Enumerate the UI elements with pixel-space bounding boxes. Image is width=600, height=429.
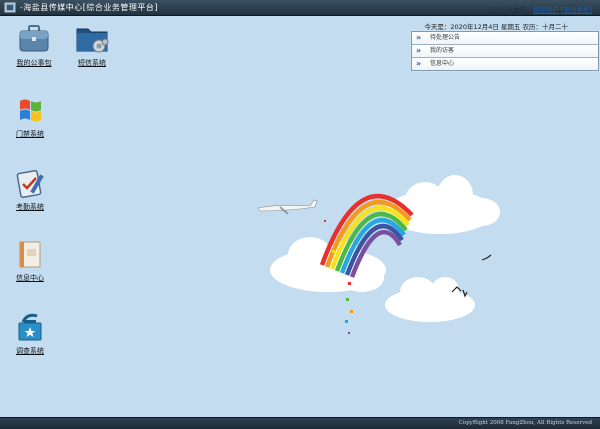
notice-panel: » 待处理公告 » 我的访客 » 信息中心 [411, 31, 599, 71]
user-info-bar: 工号：0 姓名：超级用户 [退出系统] [488, 4, 592, 14]
notice-item-my-visitors[interactable]: » 我的访客 [412, 45, 598, 58]
desktop-icon-label: 门禁系统 [16, 130, 44, 138]
footer-bar: CopyRight 2008 FangZhou, All Rights Rese… [0, 417, 600, 429]
desktop-icon-access-control[interactable]: 门禁系统 [4, 95, 56, 139]
desktop-icon-survey[interactable]: 调查系统 [4, 310, 56, 356]
ballot-box-icon [18, 313, 42, 341]
logout-link[interactable]: [退出系统] [561, 6, 592, 14]
user-name-link[interactable]: 超级用户 [533, 6, 559, 14]
desktop-icon-label: 短信系统 [78, 59, 106, 67]
desktop-icon-briefcase[interactable]: 我的公事包 [8, 24, 60, 68]
briefcase-icon [19, 25, 49, 52]
desktop-icon-label: 信息中心 [16, 274, 44, 282]
cloud-bottom [385, 277, 475, 322]
user-id-label: 工号：0 姓名： [487, 6, 533, 14]
desktop-icon-label: 我的公事包 [16, 59, 52, 67]
app-logo-icon [4, 2, 16, 13]
double-chevron-right-icon: » [416, 46, 422, 55]
notice-item-label: 信息中心 [430, 60, 455, 67]
desktop-icon-attendance[interactable]: 考勤系统 [4, 168, 56, 212]
clipboard-check-icon [16, 170, 44, 198]
double-chevron-right-icon: » [416, 33, 422, 42]
desktop-icon-label: 考勤系统 [16, 203, 44, 211]
desktop-icon-sms[interactable]: 短信系统 [66, 24, 118, 68]
desktop-icon-info-center[interactable]: 信息中心 [4, 239, 56, 283]
wallpaper-scene [257, 175, 500, 334]
notice-item-label: 待处理公告 [430, 34, 461, 41]
gear-folder-icon [76, 28, 109, 53]
airplane-graphic [257, 199, 318, 215]
double-chevron-right-icon: » [416, 59, 422, 68]
notice-item-info-center[interactable]: » 信息中心 [412, 58, 598, 70]
date-line: 今天是：2020年12月4日 星期五 农历：十月二十 [424, 23, 568, 31]
system-title: -海盐县传媒中心[综合业务管理平台] [20, 3, 158, 12]
notice-item-label: 我的访客 [430, 47, 455, 54]
copyright-text: CopyRight 2008 FangZhou, All Rights Rese… [458, 420, 592, 426]
document-icon [19, 241, 41, 268]
notice-item-pending-announcements[interactable]: » 待处理公告 [412, 32, 598, 45]
desktop-icon-label: 调查系统 [16, 347, 44, 355]
windows-logo-icon [20, 99, 41, 122]
